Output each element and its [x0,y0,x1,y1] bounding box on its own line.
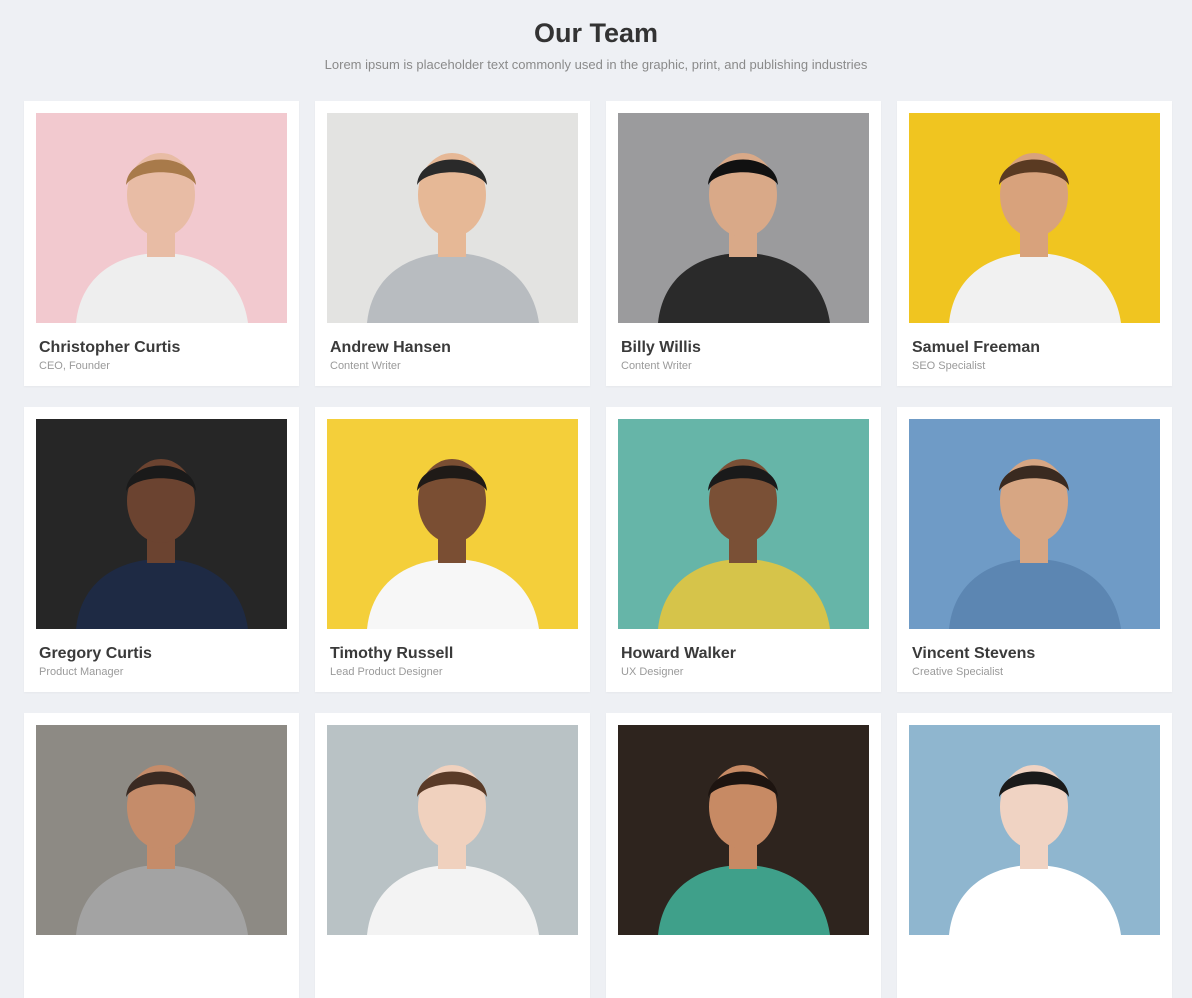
team-member-card[interactable]: Gregory Curtis Product Manager [24,407,299,692]
team-member-card[interactable]: Samuel Freeman SEO Specialist [897,101,1172,386]
team-member-card[interactable]: Billy Willis Content Writer [606,101,881,386]
person-portrait-icon [327,725,578,935]
page-subtitle: Lorem ipsum is placeholder text commonly… [324,57,868,72]
team-member-card[interactable] [606,713,881,998]
team-member-role: Content Writer [330,360,401,372]
person-portrait-icon [36,419,287,629]
team-member-photo [618,725,869,935]
person-portrait-icon [909,419,1160,629]
page-title: Our Team [533,18,659,48]
person-portrait-icon [36,113,287,323]
team-member-name: Gregory Curtis [39,645,152,662]
team-member-photo [618,419,869,629]
team-member-card[interactable]: Andrew Hansen Content Writer [315,101,590,386]
team-member-role: SEO Specialist [912,360,986,372]
team-member-name: Andrew Hansen [330,339,451,356]
team-member-card[interactable] [897,713,1172,998]
team-member-name: Christopher Curtis [39,339,181,356]
team-member-photo [909,113,1160,323]
person-portrait-icon [327,113,578,323]
team-member-photo [36,419,287,629]
person-portrait-icon [618,419,869,629]
team-member-card[interactable] [315,713,590,998]
team-member-card[interactable]: Vincent Stevens Creative Specialist [897,407,1172,692]
team-member-photo [327,113,578,323]
team-member-name: Billy Willis [621,339,701,356]
page-header: Our Team Lorem ipsum is placeholder text… [0,0,1192,73]
team-member-role: Product Manager [39,666,124,678]
team-member-photo [909,725,1160,935]
team-member-role: CEO, Founder [39,360,110,372]
person-portrait-icon [618,725,869,935]
person-portrait-icon [618,113,869,323]
person-portrait-icon [909,725,1160,935]
team-member-photo [327,419,578,629]
person-portrait-icon [909,113,1160,323]
team-member-photo [36,113,287,323]
team-member-card[interactable]: Christopher Curtis CEO, Founder [24,101,299,386]
team-member-name: Timothy Russell [330,645,454,662]
team-member-card[interactable]: Timothy Russell Lead Product Designer [315,407,590,692]
team-member-role: UX Designer [621,666,684,678]
team-member-photo [909,419,1160,629]
team-member-name: Howard Walker [621,645,736,662]
person-portrait-icon [36,725,287,935]
person-portrait-icon [327,419,578,629]
team-member-name: Vincent Stevens [912,645,1036,662]
team-member-photo [618,113,869,323]
team-member-role: Creative Specialist [912,666,1004,678]
team-member-card[interactable] [24,713,299,998]
team-member-photo [36,725,287,935]
team-grid: Christopher Curtis CEO, Founder Andrew Han… [24,101,1172,998]
team-member-role: Lead Product Designer [330,666,443,678]
team-member-card[interactable]: Howard Walker UX Designer [606,407,881,692]
team-member-role: Content Writer [621,360,692,372]
team-member-name: Samuel Freeman [912,339,1041,356]
team-member-photo [327,725,578,935]
